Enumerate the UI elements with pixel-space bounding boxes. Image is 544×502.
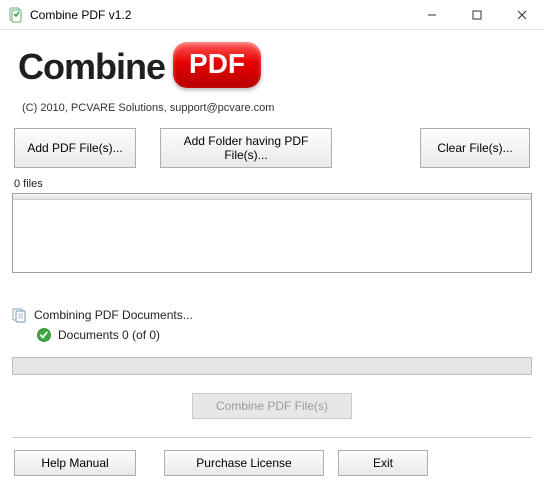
status-combining-row: Combining PDF Documents... [12, 305, 532, 325]
combine-row: Combine PDF File(s) [12, 375, 532, 427]
logo-word: Combine [18, 46, 165, 88]
file-count-label: 0 files [12, 178, 532, 193]
close-button[interactable] [499, 0, 544, 30]
minimize-button[interactable] [409, 0, 454, 30]
add-pdf-button[interactable]: Add PDF File(s)... [14, 128, 136, 168]
window-title: Combine PDF v1.2 [30, 8, 409, 22]
status-combining-label: Combining PDF Documents... [34, 308, 193, 322]
status-area: Combining PDF Documents... Documents 0 (… [12, 277, 532, 375]
purchase-license-button[interactable]: Purchase License [164, 450, 324, 476]
check-icon [36, 327, 52, 343]
spacer [356, 128, 396, 168]
logo-area: Combine PDF [12, 38, 532, 92]
file-actions-row: Add PDF File(s)... Add Folder having PDF… [12, 128, 532, 178]
maximize-button[interactable] [454, 0, 499, 30]
file-list[interactable] [12, 193, 532, 273]
add-folder-button[interactable]: Add Folder having PDF File(s)... [160, 128, 332, 168]
clear-files-button[interactable]: Clear File(s)... [420, 128, 530, 168]
status-documents-label: Documents 0 (of 0) [58, 328, 160, 342]
app-icon [8, 7, 24, 23]
file-list-header [13, 194, 531, 200]
status-documents-row: Documents 0 (of 0) [12, 325, 532, 345]
exit-button[interactable]: Exit [338, 450, 428, 476]
app-logo: Combine PDF [18, 44, 528, 90]
bottom-row: Help Manual Purchase License Exit [12, 450, 532, 476]
logo-badge: PDF [173, 42, 261, 88]
combine-button[interactable]: Combine PDF File(s) [192, 393, 352, 419]
help-manual-button[interactable]: Help Manual [14, 450, 136, 476]
titlebar: Combine PDF v1.2 [0, 0, 544, 30]
copyright-text: (C) 2010, PCVARE Solutions, support@pcva… [12, 92, 532, 128]
divider [12, 437, 532, 438]
progress-bar [12, 357, 532, 375]
documents-icon [12, 307, 28, 323]
main-content: Combine PDF (C) 2010, PCVARE Solutions, … [0, 30, 544, 488]
